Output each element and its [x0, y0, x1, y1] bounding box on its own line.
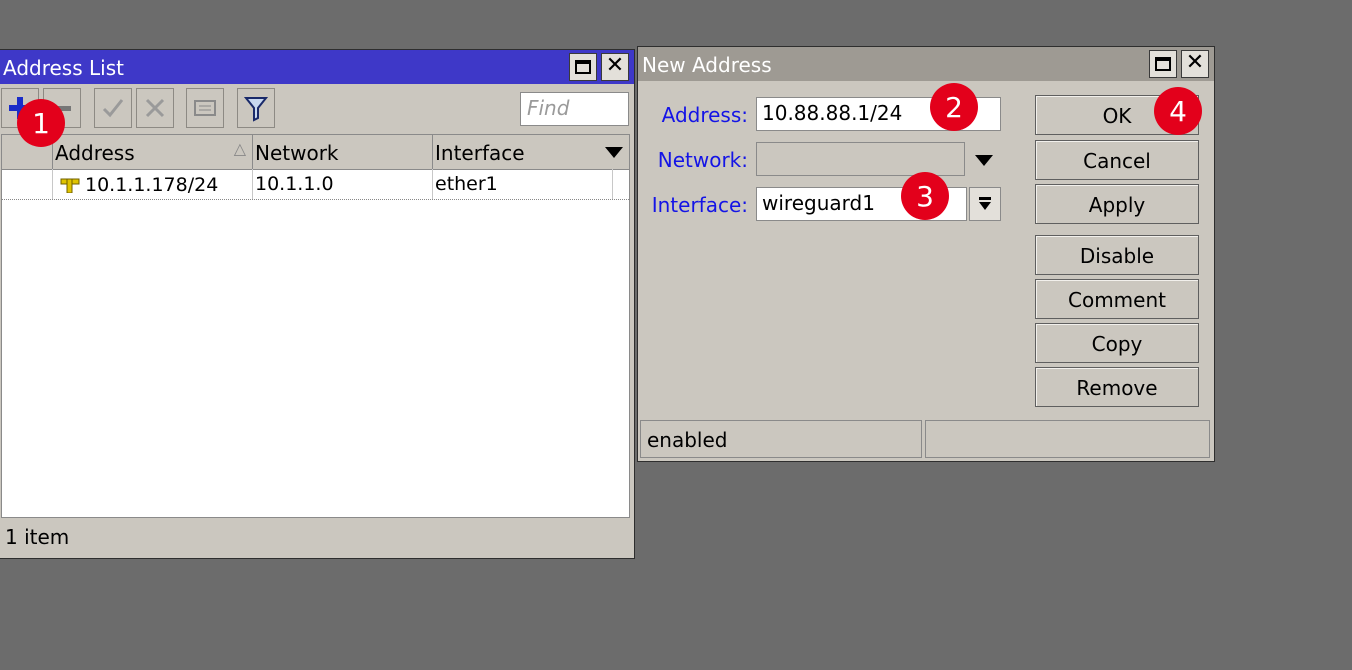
- table-header: Address △ Network Interface: [2, 135, 629, 170]
- chevron-down-icon: [979, 197, 991, 210]
- address-list-window: Address List ✕ Find Address △ Network In…: [0, 49, 635, 559]
- column-label: Interface: [435, 141, 525, 165]
- cell-network: 10.1.1.0: [253, 169, 433, 199]
- cancel-button[interactable]: Cancel: [1035, 140, 1199, 180]
- close-button[interactable]: ✕: [1181, 50, 1209, 78]
- table-row[interactable]: 10.1.1.178/24 10.1.1.0 ether1: [2, 169, 629, 200]
- cell-address: 10.1.1.178/24: [53, 169, 253, 199]
- disable-button[interactable]: [136, 88, 174, 128]
- new-address-titlebar[interactable]: New Address ✕: [638, 47, 1214, 81]
- find-input[interactable]: Find: [520, 92, 629, 126]
- address-label: Address:: [661, 103, 748, 127]
- step-badge-2: 2: [930, 83, 978, 131]
- maximize-icon: [575, 60, 591, 74]
- window-title: New Address: [642, 53, 772, 77]
- cell-address-text: 10.1.1.178/24: [85, 174, 219, 196]
- maximize-icon: [1155, 57, 1171, 71]
- column-menu-icon[interactable]: [605, 147, 623, 158]
- disable-button[interactable]: Disable: [1035, 235, 1199, 275]
- remove-button[interactable]: Remove: [1035, 367, 1199, 407]
- status-enabled: enabled: [640, 420, 922, 458]
- network-dropdown-icon[interactable]: [975, 155, 993, 166]
- address-table: Address △ Network Interface 10.1.1.178/2…: [1, 134, 630, 518]
- comment-button[interactable]: [186, 88, 224, 128]
- copy-button[interactable]: Copy: [1035, 323, 1199, 363]
- column-header-address[interactable]: Address △: [53, 135, 253, 169]
- sort-asc-icon: △: [233, 139, 246, 158]
- close-button[interactable]: ✕: [601, 53, 629, 81]
- close-icon: ✕: [1185, 50, 1205, 75]
- status-bar: 1 item: [1, 518, 630, 554]
- step-badge-4: 4: [1154, 87, 1202, 135]
- row-flags: [2, 169, 53, 199]
- status-secondary: [925, 420, 1210, 458]
- filter-button[interactable]: [237, 88, 275, 128]
- network-label: Network:: [657, 148, 748, 172]
- address-icon: [60, 178, 80, 194]
- step-badge-3: 3: [901, 172, 949, 220]
- enable-button[interactable]: [94, 88, 132, 128]
- column-header-interface[interactable]: Interface: [433, 135, 601, 169]
- x-icon: [145, 98, 165, 118]
- column-label: Network: [255, 141, 339, 165]
- network-input[interactable]: [756, 142, 965, 176]
- close-icon: ✕: [605, 53, 625, 78]
- cell-interface: ether1: [433, 169, 613, 199]
- window-title: Address List: [3, 56, 124, 80]
- column-header-network[interactable]: Network: [253, 135, 433, 169]
- interface-dropdown-button[interactable]: [969, 187, 1001, 221]
- step-badge-1: 1: [17, 99, 65, 147]
- check-icon: [102, 99, 124, 118]
- column-label: Address: [55, 141, 135, 165]
- address-list-titlebar[interactable]: Address List ✕: [0, 50, 634, 84]
- maximize-button[interactable]: [569, 53, 597, 81]
- filter-icon: [243, 97, 269, 122]
- comment-button[interactable]: Comment: [1035, 279, 1199, 319]
- new-address-window: New Address ✕ Address: 10.88.88.1/24 Net…: [637, 46, 1215, 462]
- apply-button[interactable]: Apply: [1035, 184, 1199, 224]
- interface-label: Interface:: [651, 193, 748, 217]
- maximize-button[interactable]: [1149, 50, 1177, 78]
- comment-icon: [194, 100, 216, 116]
